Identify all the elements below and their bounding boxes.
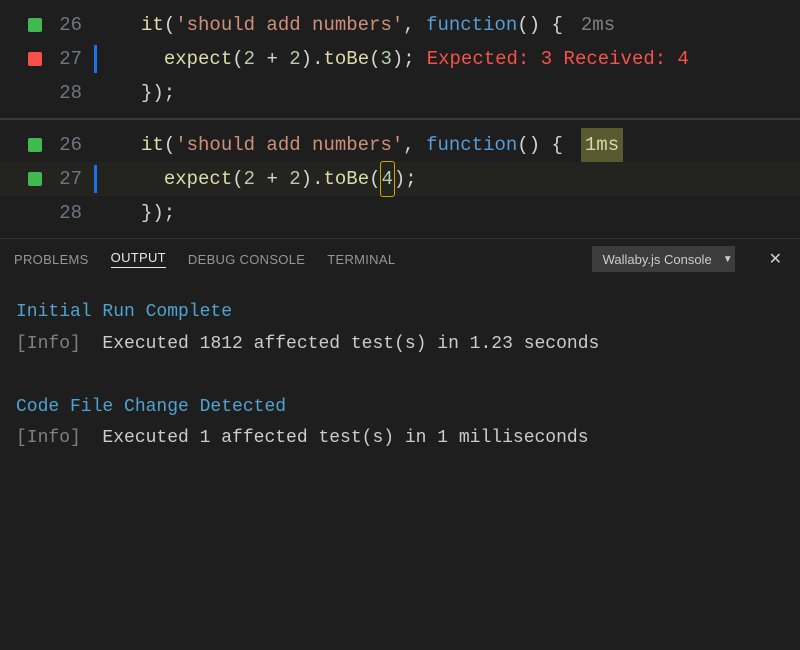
output-body[interactable]: Initial Run Complete [Info] Executed 1812… [0,279,800,473]
test-status-marker [28,86,42,100]
panel-tab-output[interactable]: OUTPUT [111,250,166,268]
code-line[interactable]: 26 it('should add numbers', function() { 1… [0,128,800,162]
test-status-marker [28,172,42,186]
log-line [16,360,784,392]
panel-tab-terminal[interactable]: TERMINAL [327,252,395,267]
code-content[interactable]: }); [97,76,800,110]
code-token: 2 [289,162,300,196]
code-token: + [255,42,289,76]
code-token [141,162,164,196]
code-content[interactable]: it('should add numbers', function() { 2ms [97,8,800,42]
code-token: toBe [323,162,369,196]
code-line[interactable]: 28}); [0,76,800,110]
test-status-marker [28,138,42,152]
log-heading: Initial Run Complete [16,302,232,322]
code-token: ( [232,162,243,196]
code-content[interactable]: expect(2 + 2).toBe(3);Expected: 3 Receiv… [97,42,800,76]
code-token: expect [164,42,232,76]
inline-error: Expected: 3 Received: 4 [427,42,689,76]
code-token: 'should add numbers' [175,128,403,162]
editor-pane[interactable]: 26it('should add numbers', function() {1… [0,120,800,238]
log-line: [Info] Executed 1 affected test(s) in 1 … [16,423,784,455]
code-token: }); [141,196,175,230]
line-number: 27 [52,42,82,76]
inline-timing: 1ms [581,128,623,162]
gutter: 28 [0,76,92,110]
code-line[interactable]: 27 expect(2 + 2).toBe(3);Expected: 3 Rec… [0,42,800,76]
close-icon[interactable]: ✕ [765,249,786,269]
code-content[interactable]: it('should add numbers', function() { 1ms [97,128,800,162]
code-token: }); [141,76,175,110]
log-line: Code File Change Detected [16,392,784,424]
panel-tabs: PROBLEMS OUTPUT DEBUG CONSOLE TERMINAL Walla… [0,239,800,279]
code-token: function [426,8,517,42]
code-token: ( [164,8,175,42]
log-text: Executed 1 affected test(s) in 1 millise… [102,428,588,448]
code-token: , [403,128,426,162]
gutter: 26 [0,8,92,42]
code-token: () { [517,128,563,162]
code-token: 2 [244,42,255,76]
code-token: ); [392,42,415,76]
code-token: function [426,128,517,162]
log-info-tag: [Info] [16,428,102,448]
code-token: , [403,8,426,42]
code-token: ( [232,42,243,76]
code-line[interactable]: 28}); [0,196,800,230]
line-number: 27 [52,162,82,196]
line-number: 28 [52,76,82,110]
code-token: ( [369,42,380,76]
test-status-marker [28,206,42,220]
code-token: 2 [244,162,255,196]
code-token: 2 [289,42,300,76]
code-line[interactable]: 27 expect(2 + 2).toBe(4); [0,162,800,196]
code-token: ); [394,162,417,196]
gutter: 27 [0,162,92,196]
code-content[interactable]: expect(2 + 2).toBe(4); [97,162,800,196]
log-line: [Info] Executed 1812 affected test(s) in… [16,329,784,361]
test-status-marker [28,52,42,66]
test-status-marker [28,18,42,32]
log-heading: Code File Change Detected [16,397,286,417]
line-number: 26 [52,128,82,162]
code-token: ). [301,162,324,196]
code-token: + [255,162,289,196]
code-token: 'should add numbers' [175,8,403,42]
code-token: ( [369,162,380,196]
editor-pane[interactable]: 26it('should add numbers', function() {2… [0,0,800,118]
log-text: Executed 1812 affected test(s) in 1.23 s… [102,334,599,354]
output-channel-dropdown[interactable]: Wallaby.js Console [592,246,735,272]
code-token [141,42,164,76]
panel-tabs-right: Wallaby.js Console▼✕ [592,246,786,272]
code-line[interactable]: 26 it('should add numbers', function() { 2… [0,8,800,42]
log-info-tag: [Info] [16,334,102,354]
bottom-panel: PROBLEMS OUTPUT DEBUG CONSOLE TERMINAL Walla… [0,238,800,473]
code-token: it [141,8,164,42]
gutter: 28 [0,196,92,230]
log-line: Initial Run Complete [16,297,784,329]
inline-timing: 2ms [581,8,615,42]
code-token: 3 [381,42,392,76]
code-token: toBe [323,42,369,76]
code-token: ( [164,128,175,162]
panel-tab-debug-console[interactable]: DEBUG CONSOLE [188,252,305,267]
code-token: () { [517,8,563,42]
gutter: 26 [0,128,92,162]
code-token: expect [164,162,232,196]
panel-tab-problems[interactable]: PROBLEMS [14,252,89,267]
code-token: it [141,128,164,162]
code-token: ). [301,42,324,76]
code-content[interactable]: }); [97,196,800,230]
line-number: 28 [52,196,82,230]
line-number: 26 [52,8,82,42]
gutter: 27 [0,42,92,76]
code-token: 4 [381,162,394,196]
